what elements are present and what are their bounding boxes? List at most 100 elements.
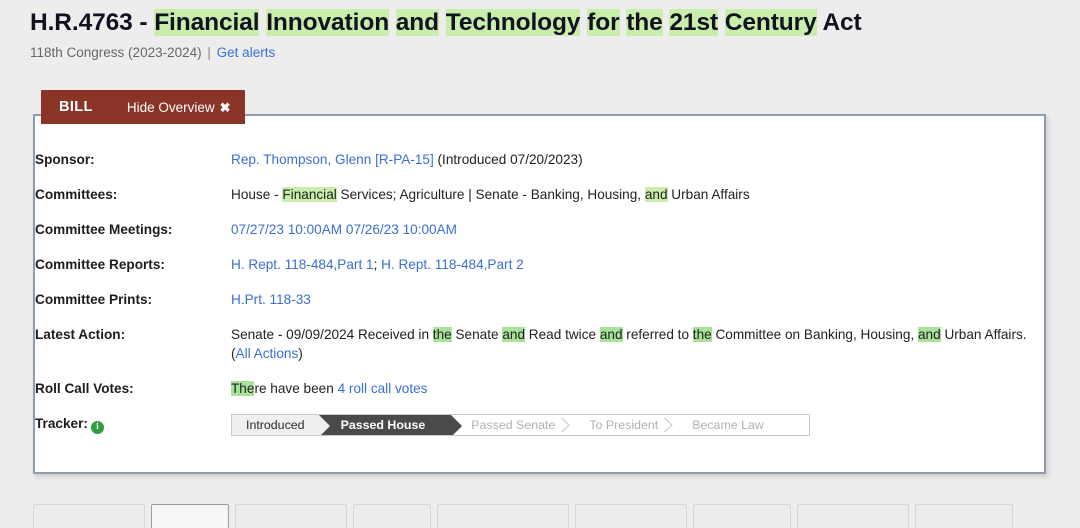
tracker-label-cell: Tracker: i: [35, 414, 231, 436]
highlighted-term: and: [599, 327, 623, 342]
highlighted-term: the: [626, 9, 663, 36]
bottom-tab-strip: [33, 504, 1013, 528]
highlighted-term: and: [644, 187, 668, 202]
bottom-tab-1[interactable]: [151, 504, 229, 528]
committee-meetings-value: 07/27/23 10:00AM 07/26/23 10:00AM: [231, 220, 1044, 255]
tracker-step-label: Passed House: [340, 417, 426, 432]
roll-call-votes-link[interactable]: 4 roll call votes: [338, 381, 428, 396]
congress-label: 118th Congress (2023-2024): [30, 45, 202, 60]
hide-overview-button[interactable]: Hide Overview ✖: [127, 100, 231, 115]
committee-report-link[interactable]: H. Rept. 118-484,Part 1: [231, 257, 374, 272]
committee-prints-value: H.Prt. 118-33: [231, 290, 1044, 325]
bill-overview-panel: Sponsor: Rep. Thompson, Glenn [R-PA-15] …: [33, 114, 1046, 474]
latest-action-value: Senate - 09/09/2024 Received in the Sena…: [231, 325, 1044, 379]
highlighted-term: Century: [724, 9, 817, 36]
tracker-step-passed-house[interactable]: Passed House: [318, 415, 462, 435]
bill-detail-table: Sponsor: Rep. Thompson, Glenn [R-PA-15] …: [35, 150, 1044, 436]
tracker-step-label: Passed Senate: [471, 417, 556, 432]
text-run: [389, 9, 396, 36]
sponsor-label: Sponsor:: [35, 152, 95, 167]
highlighted-term: and: [917, 327, 941, 342]
highlighted-term: Financial: [282, 187, 337, 202]
bottom-tab-0[interactable]: [33, 504, 145, 528]
tracker-step-introduced[interactable]: Introduced: [232, 415, 330, 435]
close-icon[interactable]: ✖: [220, 101, 231, 114]
highlighted-term: Innovation: [266, 9, 390, 36]
tab-label-bill: BILL: [59, 99, 93, 115]
highlighted-term: The: [231, 381, 255, 396]
bill-subtitle: 118th Congress (2023-2024) | Get alerts: [30, 45, 1080, 61]
table-row-sponsor: Sponsor: Rep. Thompson, Glenn [R-PA-15] …: [35, 150, 1044, 185]
table-row-committee-meetings: Committee Meetings: 07/27/23 10:00AM 07/…: [35, 220, 1044, 255]
bottom-tab-5[interactable]: [575, 504, 687, 528]
text-run: Urban Affairs: [667, 187, 750, 202]
page-header: H.R.4763 - Financial Innovation and Tech…: [0, 0, 1080, 61]
highlighted-term: Technology: [445, 9, 581, 36]
committee-print-link[interactable]: H.Prt. 118-33: [231, 292, 311, 307]
chevron-right-icon: [561, 417, 571, 433]
text-run: Senate: [451, 327, 503, 342]
table-row-committees: Committees: House - Financial Services; …: [35, 185, 1044, 220]
sponsor-introduced-date: (Introduced 07/20/2023): [433, 152, 583, 167]
tracker-label: Tracker:: [35, 416, 88, 431]
highlighted-term: and: [395, 9, 440, 36]
bill-overview-tab[interactable]: BILL Hide Overview ✖: [41, 90, 245, 124]
get-alerts-link[interactable]: Get alerts: [217, 45, 276, 60]
committees-value: House - Financial Services; Agriculture …: [231, 185, 1044, 220]
sponsor-link[interactable]: Rep. Thompson, Glenn [R-PA-15]: [231, 152, 434, 167]
text-run: ): [298, 346, 303, 361]
text-run: Act: [816, 9, 862, 36]
tracker-step-label: Introduced: [246, 417, 305, 432]
text-run: Read twice: [525, 327, 600, 342]
text-run: [439, 9, 446, 36]
text-run: referred to: [622, 327, 693, 342]
highlighted-term: the: [692, 327, 712, 342]
tracker-step-label: To President: [589, 417, 659, 432]
tracker-value: Introduced Passed House Passed Senate To Pr…: [231, 414, 1044, 436]
table-row-roll-call-votes: Roll Call Votes: There have been 4 roll …: [35, 379, 1044, 414]
sponsor-value: Rep. Thompson, Glenn [R-PA-15] (Introduc…: [231, 150, 1044, 185]
text-run: Services; Agriculture | Senate - Banking…: [336, 187, 645, 202]
tracker-step-passed-senate[interactable]: Passed Senate: [451, 415, 570, 435]
roll-call-votes-value: There have been 4 roll call votes: [231, 379, 1044, 414]
bottom-tab-4[interactable]: [437, 504, 569, 528]
highlighted-term: 21st: [669, 9, 719, 36]
tracker-step-became-law[interactable]: Became Law: [664, 415, 778, 435]
committees-label: Committees:: [35, 187, 118, 202]
committee-meeting-link[interactable]: 07/27/23 10:00AM: [231, 222, 342, 237]
text-run: [718, 9, 725, 36]
bill-progress-tracker: Introduced Passed House Passed Senate To Pr…: [231, 414, 810, 436]
bottom-tab-6[interactable]: [693, 504, 791, 528]
committee-report-link[interactable]: H. Rept. 118-484,Part 2: [381, 257, 524, 272]
tracker-step-label: Became Law: [692, 417, 764, 432]
table-row-committee-reports: Committee Reports: H. Rept. 118-484,Part…: [35, 255, 1044, 290]
bottom-tab-7[interactable]: [797, 504, 909, 528]
bottom-tab-3[interactable]: [353, 504, 431, 528]
committee-meeting-link[interactable]: 07/26/23 10:00AM: [346, 222, 457, 237]
text-run: Senate - 09/09/2024 Received in: [231, 327, 433, 342]
latest-action-label: Latest Action:: [35, 327, 126, 342]
highlighted-term: for: [587, 9, 620, 36]
highlighted-term: Financial: [154, 9, 260, 36]
text-run: Committee on Banking, Housing,: [711, 327, 918, 342]
all-actions-link[interactable]: All Actions: [236, 346, 299, 361]
info-icon[interactable]: i: [90, 421, 104, 434]
hide-overview-label: Hide Overview: [126, 99, 215, 115]
committee-prints-label: Committee Prints:: [35, 292, 153, 307]
tracker-step-to-president[interactable]: To President: [561, 415, 673, 435]
committee-meetings-label: Committee Meetings:: [35, 222, 173, 237]
table-row-latest-action: Latest Action: Senate - 09/09/2024 Recei…: [35, 325, 1044, 379]
committee-reports-label: Committee Reports:: [35, 257, 165, 272]
text-run: re have been: [254, 381, 338, 396]
highlighted-term: the: [432, 327, 452, 342]
table-row-tracker: Tracker: i Introduced Passed House Passed S…: [35, 414, 1044, 436]
bottom-tab-2[interactable]: [235, 504, 347, 528]
highlighted-term: and: [502, 327, 526, 342]
page-title: H.R.4763 - Financial Innovation and Tech…: [30, 8, 1080, 38]
separator: |: [207, 45, 211, 60]
text-run: H.R.4763 -: [30, 9, 155, 36]
chevron-right-icon: [664, 417, 674, 433]
roll-call-votes-label: Roll Call Votes:: [35, 381, 134, 396]
text-run: House -: [231, 187, 283, 202]
bottom-tab-8[interactable]: [915, 504, 1013, 528]
